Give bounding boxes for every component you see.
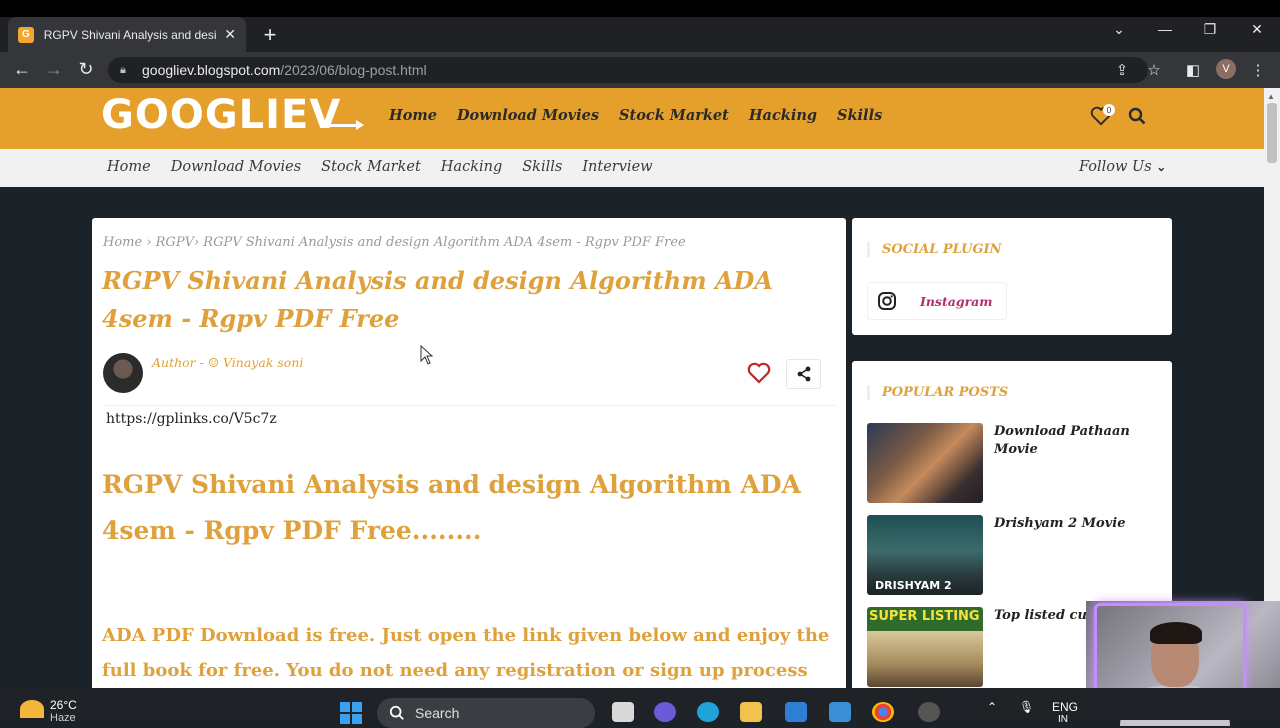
taskbar-search[interactable]: Search <box>377 698 595 728</box>
popular-post-item[interactable]: DRISHYAM 2 Drishyam 2 Movie <box>867 515 1167 601</box>
microphone-icon[interactable]: 🎙︎ <box>1019 700 1034 714</box>
weather-icon[interactable] <box>20 700 44 718</box>
subnav-hacking[interactable]: Hacking <box>441 159 502 175</box>
edge-icon[interactable] <box>697 702 719 722</box>
search-icon[interactable] <box>1128 107 1146 125</box>
back-button[interactable]: ← <box>11 59 33 80</box>
nav-home[interactable]: Home <box>389 107 437 124</box>
windows-taskbar <box>0 688 1280 720</box>
subnav-interview[interactable]: Interview <box>582 159 652 175</box>
breadcrumb[interactable]: Home › RGPV› RGPV Shivani Analysis and d… <box>103 235 686 250</box>
popular-post-title: Drishyam 2 Movie <box>994 516 1126 531</box>
popular-post-title: Top listed curr <box>994 608 1089 623</box>
reload-button[interactable]: ↻ <box>75 59 97 80</box>
browser-tab[interactable]: G RGPV Shivani Analysis and design Algor… <box>8 17 246 52</box>
nav-stock-market[interactable]: Stock Market <box>619 107 729 124</box>
minimize-button[interactable]: — <box>1155 21 1175 37</box>
file-explorer-icon[interactable] <box>740 702 762 722</box>
instagram-button[interactable]: Instagram <box>867 282 1007 320</box>
store-icon[interactable] <box>785 702 807 722</box>
site-logo[interactable]: GOOGLIEV <box>101 92 341 138</box>
url-host: googliev.blogspot.com <box>142 62 281 78</box>
post-thumbnail: DRISHYAM 2 <box>867 515 983 595</box>
nav-hacking[interactable]: Hacking <box>749 107 817 124</box>
favicon-icon: G <box>18 26 34 43</box>
close-tab-icon[interactable]: ✕ <box>224 26 236 43</box>
teams-icon[interactable] <box>654 702 676 722</box>
favorites-count-badge: 0 <box>1103 104 1115 116</box>
scroll-up-arrow-icon[interactable]: ▲ <box>1267 92 1275 101</box>
address-bar[interactable]: 🔒︎ googliev.blogspot.com/2023/06/blog-po… <box>108 57 1148 83</box>
new-tab-button[interactable]: + <box>258 22 282 48</box>
divider <box>103 405 836 406</box>
taskbar-search-icon <box>389 705 404 720</box>
subnav-skills[interactable]: Skills <box>522 159 562 175</box>
post-thumbnail <box>867 423 983 503</box>
window-top-edge <box>0 0 1280 17</box>
author-avatar[interactable] <box>103 353 143 393</box>
browser-menu-icon[interactable]: ⋮ <box>1248 61 1268 79</box>
post-thumbnail: SUPER LISTING <box>867 607 983 687</box>
mail-icon[interactable] <box>829 702 851 722</box>
recording-app-icon[interactable] <box>918 702 940 722</box>
restore-button[interactable]: ❐ <box>1200 21 1220 38</box>
tab-search-icon[interactable]: ⌄ <box>1109 21 1129 38</box>
subnav-home[interactable]: Home <box>107 159 151 175</box>
share-button[interactable] <box>786 359 821 389</box>
webcam-person-hair <box>1150 622 1202 644</box>
forward-button[interactable]: → <box>43 59 65 80</box>
popular-post-title: Download Pathaan Movie <box>994 424 1130 457</box>
secondary-navigation: Home Download Movies Stock Market Hackin… <box>107 159 653 175</box>
language-indicator[interactable]: ENG <box>1052 700 1078 714</box>
nav-skills[interactable]: Skills <box>837 107 882 124</box>
close-window-button[interactable]: ✕ <box>1247 21 1267 38</box>
page-scrollbar[interactable] <box>1264 88 1280 688</box>
tab-title: RGPV Shivani Analysis and design Algorit… <box>43 27 217 42</box>
nav-download-movies[interactable]: Download Movies <box>457 107 599 124</box>
profile-avatar[interactable]: V <box>1216 59 1236 79</box>
thumb-caption: SUPER LISTING <box>869 609 980 624</box>
url-path: /2023/06/blog-post.html <box>280 62 427 78</box>
follow-us-dropdown[interactable]: Follow Us ⌄ <box>1079 159 1166 175</box>
author-line[interactable]: Author - ☺ Vinayak soni <box>152 355 303 370</box>
lock-icon: 🔒︎ <box>120 64 126 76</box>
chrome-icon[interactable] <box>872 702 894 722</box>
thumb-caption: DRISHYAM 2 <box>875 579 952 592</box>
windows-start-icon[interactable] <box>340 702 362 724</box>
popular-posts-title: POPULAR POSTS <box>867 385 1008 400</box>
post-title: RGPV Shivani Analysis and design Algorit… <box>102 266 773 333</box>
temperature[interactable]: 26°C <box>50 698 77 712</box>
mouse-cursor-icon <box>420 345 434 365</box>
download-link[interactable]: https://gplinks.co/V5c7z <box>106 411 277 427</box>
show-hidden-icons-chevron-icon[interactable]: ⌃ <box>987 700 997 714</box>
weather-condition: Haze <box>50 712 76 724</box>
social-plugin-title: SOCIAL PLUGIN <box>867 242 1002 257</box>
follow-us-label: Follow Us <box>1079 159 1152 175</box>
scrollbar-thumb[interactable] <box>1267 103 1277 163</box>
instagram-label: Instagram <box>920 293 993 309</box>
top-navigation: Home Download Movies Stock Market Hackin… <box>389 107 882 124</box>
share-icon <box>797 366 810 382</box>
subnav-stock-market[interactable]: Stock Market <box>321 159 421 175</box>
share-page-icon[interactable]: ⇪ <box>1112 61 1132 79</box>
chevron-down-icon: ⌄ <box>1156 160 1167 174</box>
taskbar-search-label: Search <box>415 705 460 721</box>
bookmark-star-icon[interactable]: ☆ <box>1144 61 1164 79</box>
instagram-icon <box>868 291 906 311</box>
task-view-icon[interactable] <box>612 702 634 722</box>
like-heart-icon[interactable] <box>747 362 771 384</box>
subnav-download-movies[interactable]: Download Movies <box>171 159 301 175</box>
post-heading: RGPV Shivani Analysis and design Algorit… <box>102 470 801 545</box>
side-panel-icon[interactable]: ◧ <box>1183 61 1203 79</box>
popular-post-item[interactable]: Download Pathaan Movie <box>867 423 1167 509</box>
logo-arrow-icon <box>322 120 364 130</box>
